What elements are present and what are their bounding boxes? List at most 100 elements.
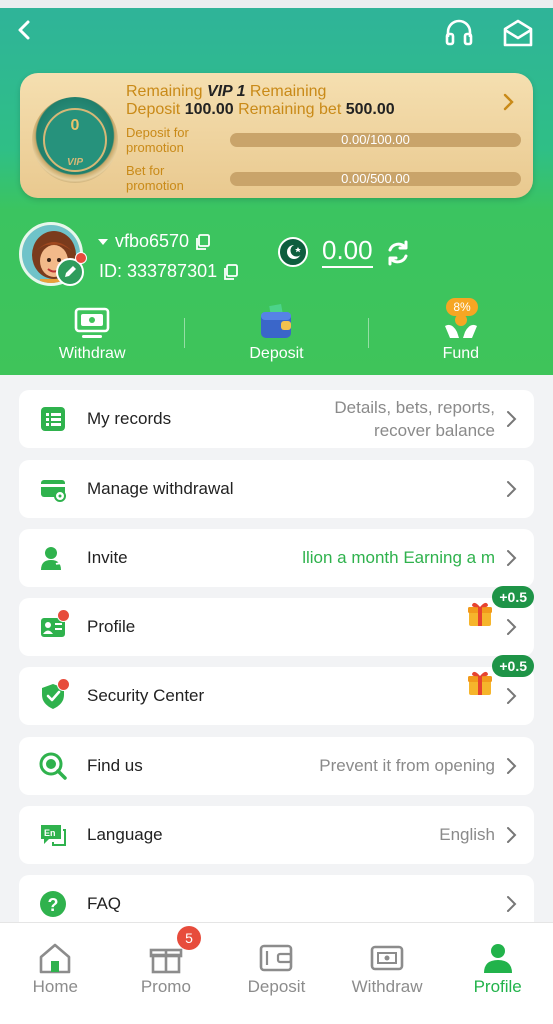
bottom-nav: Home Promo Deposit Withdraw Profile <box>0 922 553 1024</box>
menu-manage-withdrawal[interactable]: Manage withdrawal <box>19 460 534 518</box>
records-list-icon <box>41 407 65 431</box>
menu-invite[interactable]: Invite llion a month Earning a m <box>19 529 534 587</box>
chevron-right-icon[interactable] <box>500 91 516 113</box>
quick-action-label: Deposit <box>249 345 304 362</box>
nav-home[interactable]: Home <box>0 923 111 1024</box>
menu-label: Invite <box>87 548 128 567</box>
chevron-right-icon <box>507 758 517 774</box>
deposit-card-icon <box>260 944 293 972</box>
chevron-right-icon <box>507 896 517 912</box>
nav-profile[interactable]: Profile <box>442 923 553 1024</box>
nav-label: Deposit <box>247 977 306 996</box>
nav-label: Withdraw <box>351 977 423 996</box>
menu-value: English <box>439 825 495 844</box>
caret-down-icon <box>98 238 108 245</box>
refresh-icon[interactable] <box>384 239 412 267</box>
menu-find-us[interactable]: Find us Prevent it from opening <box>19 737 534 795</box>
nav-label: Profile <box>473 977 522 996</box>
menu-label: Find us <box>87 756 143 775</box>
menu-language[interactable]: En Language English <box>19 806 534 864</box>
quick-action-deposit[interactable]: Deposit <box>184 298 368 370</box>
bet-for-promotion-label: Bet for promotion <box>126 163 184 193</box>
vip-medal-tag: VIP <box>66 157 84 168</box>
vip-requirements-line: Deposit 100.00 Remaining bet 500.00 <box>126 101 395 119</box>
wallet-icon <box>261 304 292 338</box>
chevron-left-icon[interactable] <box>12 14 36 46</box>
withdraw-ticket-icon <box>370 945 404 971</box>
menu-label: Profile <box>87 617 136 636</box>
copy-icon[interactable] <box>195 233 211 250</box>
quick-action-label: Withdraw <box>58 345 126 362</box>
vip-card[interactable]: 0 VIP Remaining VIP 1 Remaining Deposit … <box>20 73 533 198</box>
user-id: ID: 333787301 <box>99 261 218 281</box>
gift-icon <box>149 948 183 974</box>
notification-dot <box>75 252 87 264</box>
question-icon: ? <box>40 891 66 917</box>
pakistan-flag-icon <box>278 237 308 267</box>
language-icon: En <box>41 825 66 846</box>
profile-icon <box>483 944 512 973</box>
deposit-progress-bar: 0.00/100.00 <box>230 133 521 147</box>
menu-profile[interactable]: Profile +0.5 <box>19 586 534 656</box>
menu-value: Details, bets, reports, recover balance <box>334 396 495 442</box>
headset-icon[interactable] <box>443 17 475 49</box>
svg-text:?: ? <box>48 895 59 915</box>
chevron-right-icon <box>507 619 517 635</box>
nav-label: Promo <box>140 977 191 996</box>
menu-my-records[interactable]: My records Details, bets, reports, recov… <box>19 390 534 448</box>
invite-marquee-text: llion a month Earning a m <box>302 548 495 567</box>
nav-label: Home <box>32 977 78 996</box>
chevron-right-icon <box>507 550 517 566</box>
menu-security-center[interactable]: Security Center +0.5 <box>19 655 534 725</box>
vip-remaining-suffix: Remaining <box>245 83 327 100</box>
vip-bet-label: Remaining bet <box>233 101 346 118</box>
bonus-badge: +0.5 <box>492 586 534 608</box>
nav-promo[interactable]: Promo <box>111 923 222 1024</box>
balance-amount: 0.00 <box>322 236 373 268</box>
copy-icon[interactable] <box>223 263 239 280</box>
home-icon <box>39 943 71 974</box>
notification-dot <box>57 609 70 622</box>
fund-rate-badge: 8% <box>446 298 478 316</box>
chevron-right-icon <box>507 481 517 497</box>
card-settings-icon <box>41 480 66 502</box>
menu-value-line: Details, bets, reports, <box>334 398 495 417</box>
quick-action-label: Fund <box>442 345 480 362</box>
menu-label: My records <box>87 409 172 428</box>
user-id-row[interactable]: ID: 333787301 <box>99 261 239 282</box>
nav-withdraw[interactable]: Withdraw <box>332 923 443 1024</box>
invite-person-icon <box>41 547 65 570</box>
vip-deposit-value: 100.00 <box>184 101 234 118</box>
svg-text:En: En <box>44 828 56 838</box>
header-area: 0 VIP Remaining VIP 1 Remaining Deposit … <box>0 0 553 375</box>
mail-icon[interactable] <box>501 16 535 50</box>
promo-count-badge: 5 <box>177 926 201 950</box>
bet-progress-text: 0.00/500.00 <box>341 171 410 186</box>
vip-medal-level: 0 <box>70 117 80 134</box>
username-row[interactable]: vfbo6570 <box>97 231 211 252</box>
gift-icon <box>468 671 492 695</box>
chevron-right-icon <box>507 827 517 843</box>
vip-remaining-prefix: Remaining <box>126 83 207 100</box>
menu-value-line: recover balance <box>374 421 495 440</box>
vip-deposit-label: Deposit <box>126 101 185 118</box>
menu-label: Security Center <box>87 686 205 705</box>
menu-label: Manage withdrawal <box>87 479 234 498</box>
username: vfbo6570 <box>115 231 190 251</box>
deposit-progress-text: 0.00/100.00 <box>341 132 410 147</box>
nav-deposit[interactable]: Deposit <box>221 923 332 1024</box>
vip-medal-icon: 0 VIP <box>32 97 118 183</box>
deposit-for-promotion-label: Deposit for promotion <box>126 125 189 155</box>
notification-dot <box>57 678 70 691</box>
menu-value: Prevent it from opening <box>319 756 495 775</box>
menu-label: Language <box>87 825 163 844</box>
chevron-right-icon <box>507 411 517 427</box>
quick-action-withdraw[interactable]: Withdraw <box>0 298 184 370</box>
vip-next-level: VIP 1 <box>206 83 246 100</box>
vip-bet-value: 500.00 <box>345 101 395 118</box>
gift-icon <box>468 602 492 626</box>
withdraw-monitor-icon <box>74 307 110 338</box>
chevron-right-icon <box>507 688 517 704</box>
bonus-badge: +0.5 <box>492 655 534 677</box>
vip-remaining-line: Remaining VIP 1 Remaining <box>126 83 326 101</box>
